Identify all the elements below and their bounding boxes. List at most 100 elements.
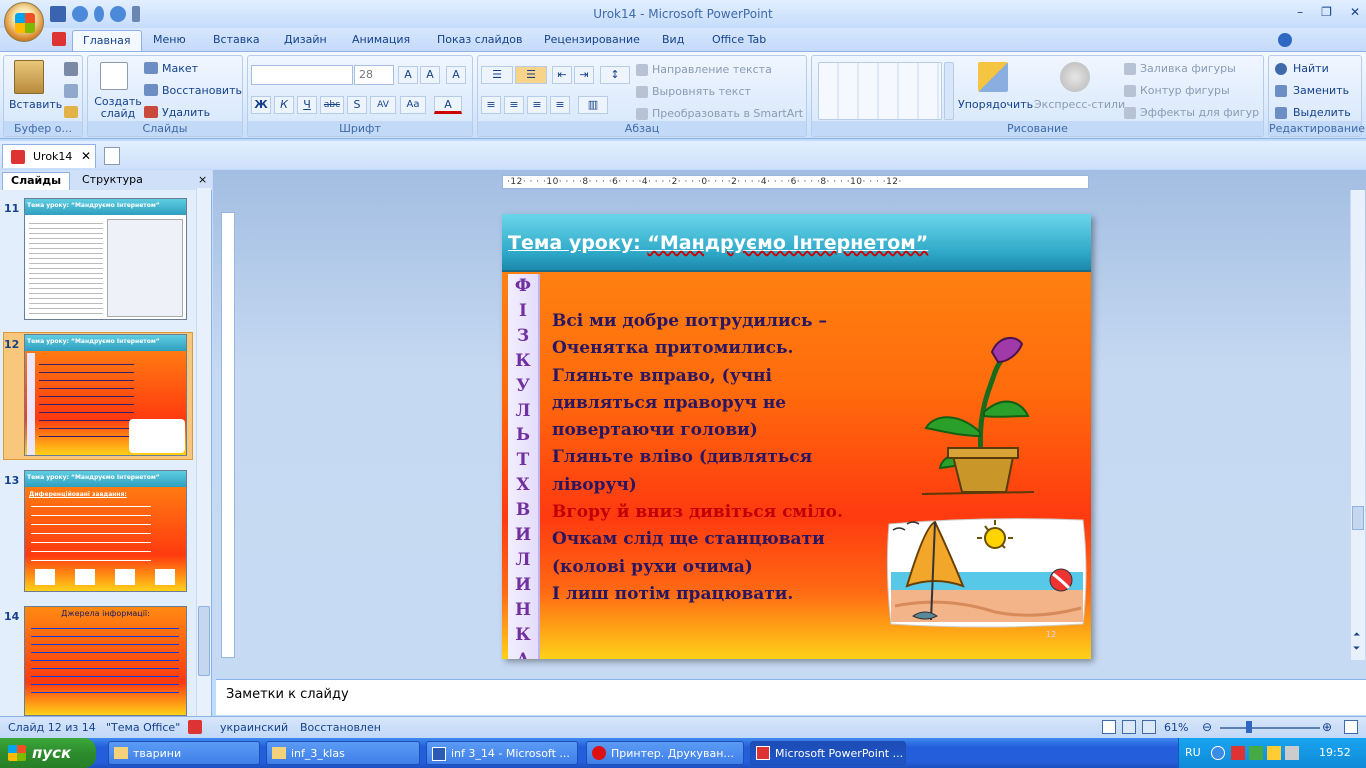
paste-icon[interactable] (14, 60, 44, 94)
strikethrough-button[interactable]: abc (320, 96, 344, 114)
reset-button[interactable]: Восстановить (162, 84, 242, 97)
replace-button[interactable]: Заменить (1293, 84, 1349, 97)
spellcheck-icon[interactable] (188, 720, 202, 734)
taskbar-item-powerpoint[interactable]: Microsoft PowerPoint ... (750, 741, 906, 765)
arrange-button[interactable]: Упорядочить (958, 98, 1033, 111)
shrink-font-button[interactable]: A (420, 66, 440, 84)
paste-button[interactable]: Вставить (9, 98, 62, 111)
minimize-button[interactable]: – (1297, 5, 1303, 19)
bold-button[interactable]: Ж (251, 96, 271, 114)
zoom-level[interactable]: 61% (1164, 721, 1188, 734)
start-button[interactable]: пуск (0, 738, 96, 768)
new-slide-button[interactable]: Создать слайд (94, 96, 142, 120)
notes-pane[interactable]: Заметки к слайду (216, 679, 1366, 715)
restore-button[interactable]: ❐ (1321, 5, 1332, 19)
clear-format-button[interactable]: A (446, 66, 466, 84)
zoom-slider[interactable] (1220, 727, 1320, 729)
new-slide-icon[interactable] (100, 62, 128, 90)
decrease-indent-button[interactable]: ⇤ (552, 66, 572, 84)
copy-icon[interactable] (64, 84, 78, 98)
slide-title[interactable]: Тема уроку: “Мандруємо Інтернетом” (508, 232, 928, 254)
tray-app-icon[interactable] (1231, 746, 1245, 760)
new-doc-tab-icon[interactable] (104, 147, 120, 165)
spacing-button[interactable]: AV (370, 96, 396, 114)
tray-arrow-icon[interactable] (1211, 746, 1225, 760)
shapes-gallery[interactable] (818, 62, 942, 120)
font-color-button[interactable]: A (434, 96, 462, 114)
font-name-combo[interactable] (251, 65, 353, 85)
slide-canvas[interactable]: Тема уроку: “Мандруємо Інтернетом” ФІЗКУ… (502, 214, 1091, 659)
slideshow-view-icon[interactable] (1142, 720, 1156, 734)
taskbar-item-inf-3-klas[interactable]: inf_3_klas (266, 741, 420, 765)
align-center-button[interactable]: ≡ (504, 96, 524, 114)
slide-thumbnail-13[interactable]: Тема уроку: “Мандруємо Інтернетом” Дифер… (24, 470, 187, 592)
select-button[interactable]: Выделить (1293, 106, 1351, 119)
keyboard-language[interactable]: RU (1185, 746, 1201, 759)
underline-button[interactable]: Ч (297, 96, 317, 114)
zoom-in-button[interactable]: ⊕ (1322, 720, 1332, 734)
tab-outline[interactable]: Структура (74, 172, 151, 190)
slide-thumbnail-12[interactable]: Тема уроку: “Мандруємо Інтернетом” (24, 334, 187, 456)
taskbar-item-tvaryny[interactable]: тварини (108, 741, 260, 765)
tab-view[interactable]: Вид (652, 30, 694, 52)
taskbar-item-word[interactable]: inf 3_14 - Microsoft ... (426, 741, 578, 765)
quick-styles-button[interactable]: Экспресс-стили (1034, 98, 1125, 111)
theme-name[interactable]: "Тема Office" (106, 721, 180, 734)
format-painter-icon[interactable] (64, 106, 78, 118)
shape-effects-button[interactable]: Эффекты для фигур (1140, 106, 1259, 119)
shape-outline-button[interactable]: Контур фигуры (1140, 84, 1230, 97)
close-doc-tab-icon[interactable]: ✕ (81, 149, 91, 163)
convert-smartart-button[interactable]: Преобразовать в SmartArt (652, 107, 803, 120)
help-icon[interactable] (1276, 30, 1294, 52)
tab-insert[interactable]: Вставка (203, 30, 270, 52)
horizontal-ruler[interactable]: ·12· · · ·10· · · ·8· · · ·6· · · ·4· · … (502, 175, 1089, 189)
align-right-button[interactable]: ≡ (527, 96, 547, 114)
tab-slideshow[interactable]: Показ слайдов (427, 30, 533, 52)
font-size-combo[interactable]: 28 (354, 65, 394, 85)
slides-pane-scrollbar[interactable] (196, 188, 211, 716)
zoom-out-button[interactable]: ⊖ (1202, 720, 1212, 734)
taskbar-item-opera[interactable]: Принтер. Друкуван... (586, 741, 744, 765)
tab-menu[interactable]: Меню (143, 30, 196, 52)
tab-slides[interactable]: Слайды (2, 172, 71, 190)
office-button[interactable] (4, 2, 44, 42)
shape-fill-button[interactable]: Заливка фигуры (1140, 62, 1236, 75)
slide-thumbnail-14[interactable]: Джерела інформації: (24, 606, 187, 716)
justify-button[interactable]: ≡ (550, 96, 570, 114)
prev-slide-icon[interactable]: ⏶ (1353, 630, 1360, 640)
line-spacing-button[interactable]: ↕ (600, 66, 630, 84)
tab-design[interactable]: Дизайн (274, 30, 337, 52)
tab-animation[interactable]: Анимация (342, 30, 420, 52)
volume-icon[interactable] (1285, 746, 1299, 760)
flower-pot-image[interactable] (918, 332, 1038, 498)
scrollbar-thumb[interactable] (1352, 506, 1364, 530)
numbering-button[interactable]: ☰ (515, 66, 547, 84)
vertical-ruler[interactable] (221, 212, 235, 658)
zoom-slider-thumb[interactable] (1246, 721, 1252, 733)
close-button[interactable]: ✕ (1350, 5, 1360, 19)
slide-thumbnail-11[interactable]: Тема уроку: “Мандруємо Інтернетом” (24, 198, 187, 320)
shadow-button[interactable]: S (347, 96, 367, 114)
delete-button[interactable]: Удалить (162, 106, 210, 119)
slide-poem-text[interactable]: Всі ми добре потрудились – Оченятка прито… (552, 308, 892, 608)
next-slide-icon[interactable]: ⏷ (1353, 644, 1360, 654)
grow-font-button[interactable]: A (398, 66, 418, 84)
bullets-button[interactable]: ☰ (481, 66, 513, 84)
tab-review[interactable]: Рецензирование (534, 30, 650, 52)
main-scrollbar[interactable]: ⏶ ⏷ (1350, 190, 1365, 660)
tab-home[interactable]: Главная (72, 30, 142, 52)
language-indicator[interactable]: украинский (220, 721, 288, 734)
tray-security-icon[interactable] (1249, 746, 1263, 760)
fit-to-window-icon[interactable] (1344, 720, 1358, 734)
doc-tab-urok14[interactable]: Urok14 ✕ (2, 144, 96, 168)
italic-button[interactable]: К (274, 96, 294, 114)
cut-icon[interactable] (64, 62, 78, 76)
find-button[interactable]: Найти (1293, 62, 1329, 75)
normal-view-icon[interactable] (1102, 720, 1116, 734)
text-direction-button[interactable]: Направление текста (652, 63, 772, 76)
vertical-word-fizkultkhvylynka[interactable]: ФІЗКУЛЬТХВИЛИНКА (508, 274, 540, 659)
align-left-button[interactable]: ≡ (481, 96, 501, 114)
beach-umbrella-image[interactable] (885, 516, 1088, 628)
align-text-button[interactable]: Выровнять текст (652, 85, 751, 98)
layout-button[interactable]: Макет (162, 62, 198, 75)
